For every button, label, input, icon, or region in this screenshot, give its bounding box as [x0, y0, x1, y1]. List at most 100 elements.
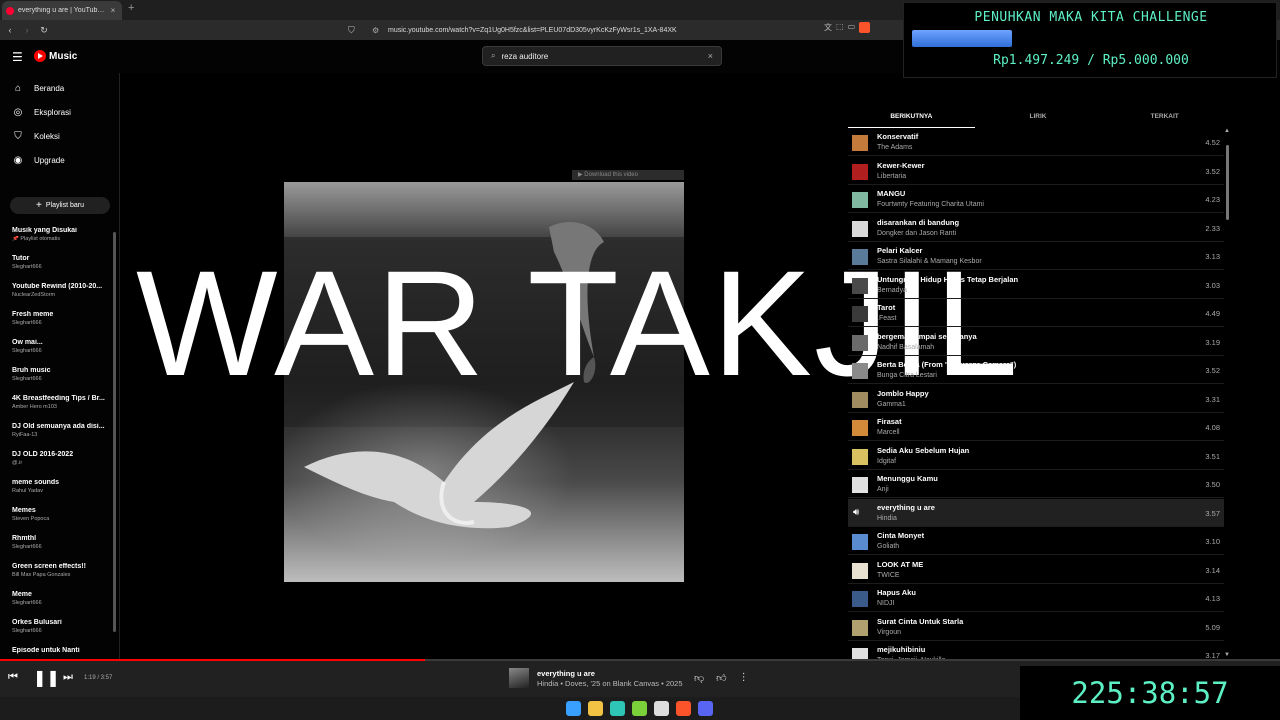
reload-icon[interactable]: ↻ — [37, 25, 51, 36]
brave-icon[interactable] — [676, 701, 691, 716]
sidebar-playlist-item[interactable]: Fresh meme Sleghart666 — [12, 311, 108, 326]
back-icon[interactable]: ‹ — [3, 25, 17, 35]
bookmark-icon[interactable]: ⛉ — [348, 25, 362, 36]
previous-track-icon[interactable]: ⏮ — [8, 671, 18, 684]
sidebar-playlist-item[interactable]: Meme Sleghart666 — [12, 591, 108, 606]
sidebar-playlist-item[interactable]: Green screen effects!! Bill Max Papa Gonz… — [12, 563, 108, 578]
sidebar-playlist-item[interactable]: 4K Breastfeeding Tips / Br... Amber Hero … — [12, 395, 108, 410]
queue-item[interactable]: Kewer-Kewer Libertaria 3.52 — [848, 157, 1224, 185]
youtube-music-logo[interactable]: Music — [34, 50, 77, 62]
queue-item-thumbnail — [852, 306, 868, 322]
queue-item-duration: 3.10 — [1205, 537, 1220, 546]
sidebar-playlist-item[interactable]: DJ Old semuanya ada disi... RyiFaa-13 — [12, 423, 108, 438]
queue-item[interactable]: Berta Berita (From "Keluarga Cemara") Bun… — [848, 356, 1224, 384]
sidebar-item-koleksi[interactable]: ⛉ Koleksi — [12, 131, 60, 142]
playlist-name: Episode untuk Nanti — [12, 647, 80, 654]
queue-item-thumbnail — [852, 562, 868, 579]
tab-terkait[interactable]: TERKAIT — [1101, 108, 1228, 128]
forward-icon[interactable]: › — [20, 25, 34, 35]
translate-icon[interactable]: 文 — [824, 22, 832, 33]
queue-item-thumbnail — [852, 220, 868, 237]
windows-taskbar — [0, 697, 1020, 720]
cast-icon[interactable]: ▭ — [848, 22, 856, 33]
queue-scroll-down-icon[interactable]: ▼ — [1224, 652, 1230, 658]
now-playing-subtitle[interactable]: Hindia • Doves, '25 on Blank Canvas • 20… — [537, 679, 683, 688]
queue-item[interactable]: Surat Cinta Untuk Starla Virgoun 5.09 — [848, 613, 1224, 641]
queue-item[interactable]: MANGU Fourtwnty Featuring Charita Utami 4.… — [848, 185, 1224, 213]
search-bar[interactable]: ⌕ reza auditore × — [482, 46, 722, 66]
windows-start-icon[interactable] — [566, 701, 581, 716]
sidebar-playlist-item[interactable]: meme sounds Rahul Yadav — [12, 479, 108, 494]
queue-item-thumbnail — [852, 619, 868, 636]
queue-item[interactable]: LOOK AT ME TWICE 3.14 — [848, 556, 1224, 584]
now-playing-title[interactable]: everything u are — [537, 669, 595, 678]
sidebar-playlist-item[interactable]: Memes Steven Popoca — [12, 507, 108, 522]
pause-icon[interactable]: ❚❚ — [33, 668, 60, 688]
playlist-owner: Sleghart666 — [12, 376, 42, 382]
sidebar-playlist-item[interactable]: Orkes Bulusari Sleghart666 — [12, 619, 108, 634]
sidebar-scrollbar[interactable] — [113, 232, 116, 632]
new-tab-button[interactable]: + — [128, 2, 134, 14]
tab-lirik[interactable]: LIRIK — [975, 108, 1102, 128]
download-video-bar[interactable]: ▶ Download this video — [572, 170, 684, 180]
queue-item[interactable]: mejikuhibiniuTenxi, Jemsii, Naykilla3.17 — [848, 641, 1224, 660]
next-track-icon[interactable]: ⏭ — [63, 671, 73, 684]
dislike-icon[interactable]: 👎︎ — [694, 672, 704, 684]
file-explorer-icon[interactable] — [588, 701, 603, 716]
youtube-icon: ◉ — [13, 155, 23, 166]
sidebar-playlist-item[interactable]: Episode untuk Nanti — [12, 647, 108, 656]
queue-item[interactable]: Cinta Monyet Goliath 3.10 — [848, 527, 1224, 555]
clear-search-icon[interactable]: × — [708, 51, 713, 61]
sidebar-playlist-item[interactable]: Musik yang Disukai 📌 Playlist otomatis — [12, 227, 108, 242]
queue-item[interactable]: Firasat Marcell 4.08 — [848, 413, 1224, 441]
queue-item[interactable]: bergema sampai selamanya Nadhif Basalamah… — [848, 328, 1224, 356]
more-options-icon[interactable]: ⋮ — [739, 672, 749, 684]
queue-scrollbar[interactable] — [1226, 145, 1229, 220]
tab-berikutnya[interactable]: BERIKUTNYA — [848, 108, 975, 128]
queue-item[interactable]: disarankan di bandung Dongker dan Jason R… — [848, 214, 1224, 242]
queue-item[interactable]: Menunggu Kamu Anji 3.50 — [848, 470, 1224, 498]
sidebar-item-beranda[interactable]: ⌂ Beranda — [12, 83, 64, 94]
queue-item[interactable]: Jomblo Happy Gamma1 3.31 — [848, 385, 1224, 413]
sidebar-playlist-item[interactable]: Rhmthl Sleghart666 — [12, 535, 108, 550]
queue-item-title: Untungnya, Hidup Harus Tetap Berjalan — [877, 274, 1019, 284]
chrome-icon[interactable] — [654, 701, 669, 716]
playlist-name: Musik yang Disukai — [12, 227, 77, 234]
install-app-icon[interactable]: ⬚ — [836, 22, 844, 33]
brave-shields-icon[interactable] — [859, 22, 871, 33]
queue-item[interactable]: Pelari Kalcer Sastra Silalahi & Mamang Ke… — [848, 242, 1224, 270]
queue-item[interactable]: Hapus Aku NIDJI 4.13 — [848, 584, 1224, 612]
edge-icon[interactable] — [610, 701, 625, 716]
queue-item-artist: Libertaria — [877, 172, 907, 180]
queue-item-duration: 2.33 — [1205, 223, 1220, 233]
queue-item-duration: 4.52 — [1205, 138, 1220, 147]
challenge-progress-fill — [912, 30, 1012, 47]
discord-icon[interactable] — [698, 701, 713, 716]
queue-scroll-up-icon[interactable]: ▲ — [1224, 128, 1230, 134]
media-player-icon[interactable] — [632, 701, 647, 716]
like-icon[interactable]: 👍︎ — [716, 672, 726, 684]
queue-item-duration: 4.49 — [1205, 309, 1220, 318]
browser-tab[interactable]: everything u are | YouTube Music × — [2, 1, 122, 20]
queue-item[interactable]: Untungnya, Hidup Harus Tetap Berjalan Ber… — [848, 271, 1224, 299]
sidebar-playlist-item[interactable]: Tutor Sleghart666 — [12, 255, 108, 270]
new-playlist-button[interactable]: + Playlist baru — [10, 197, 110, 214]
queue-item[interactable]: Tarot .Feast 4.49 — [848, 299, 1224, 327]
queue-item-now-playing[interactable]: 🔊︎ everything u are Hindia 3.57 — [848, 498, 1224, 527]
queue-item[interactable]: Konservatif The Adams 4.52 — [848, 128, 1224, 156]
sidebar-playlist-item[interactable]: Bruh music Sleghart666 — [12, 367, 108, 382]
now-playing-thumbnail[interactable] — [509, 668, 529, 688]
queue-item[interactable]: Sedia Aku Sebelum Hujan Idgitaf 3.51 — [848, 442, 1224, 470]
sidebar-playlist-item[interactable]: Ow mai... Sleghart666 — [12, 339, 108, 354]
menu-icon[interactable]: ☰ — [12, 50, 23, 64]
sidebar-item-upgrade[interactable]: ◉ Upgrade — [12, 155, 65, 166]
sidebar-item-eksplorasi[interactable]: ◎ Eksplorasi — [12, 107, 71, 118]
tab-close-icon[interactable]: × — [108, 6, 118, 15]
sidebar-playlist-item[interactable]: Youtube Rewind (2010-20... NuclearZedStor… — [12, 283, 108, 298]
sidebar-playlist-item[interactable]: DJ OLD 2016-2022 @.ir — [12, 451, 108, 466]
queue-item-artist: Sastra Silalahi & Mamang Kesbor — [877, 258, 982, 265]
search-input[interactable]: reza auditore — [501, 52, 707, 61]
queue-item-thumbnail — [852, 135, 868, 151]
queue-list: Konservatif The Adams 4.52 Kewer-Kewer Liber… — [848, 128, 1224, 660]
site-settings-icon[interactable]: ⚙ — [372, 26, 384, 35]
